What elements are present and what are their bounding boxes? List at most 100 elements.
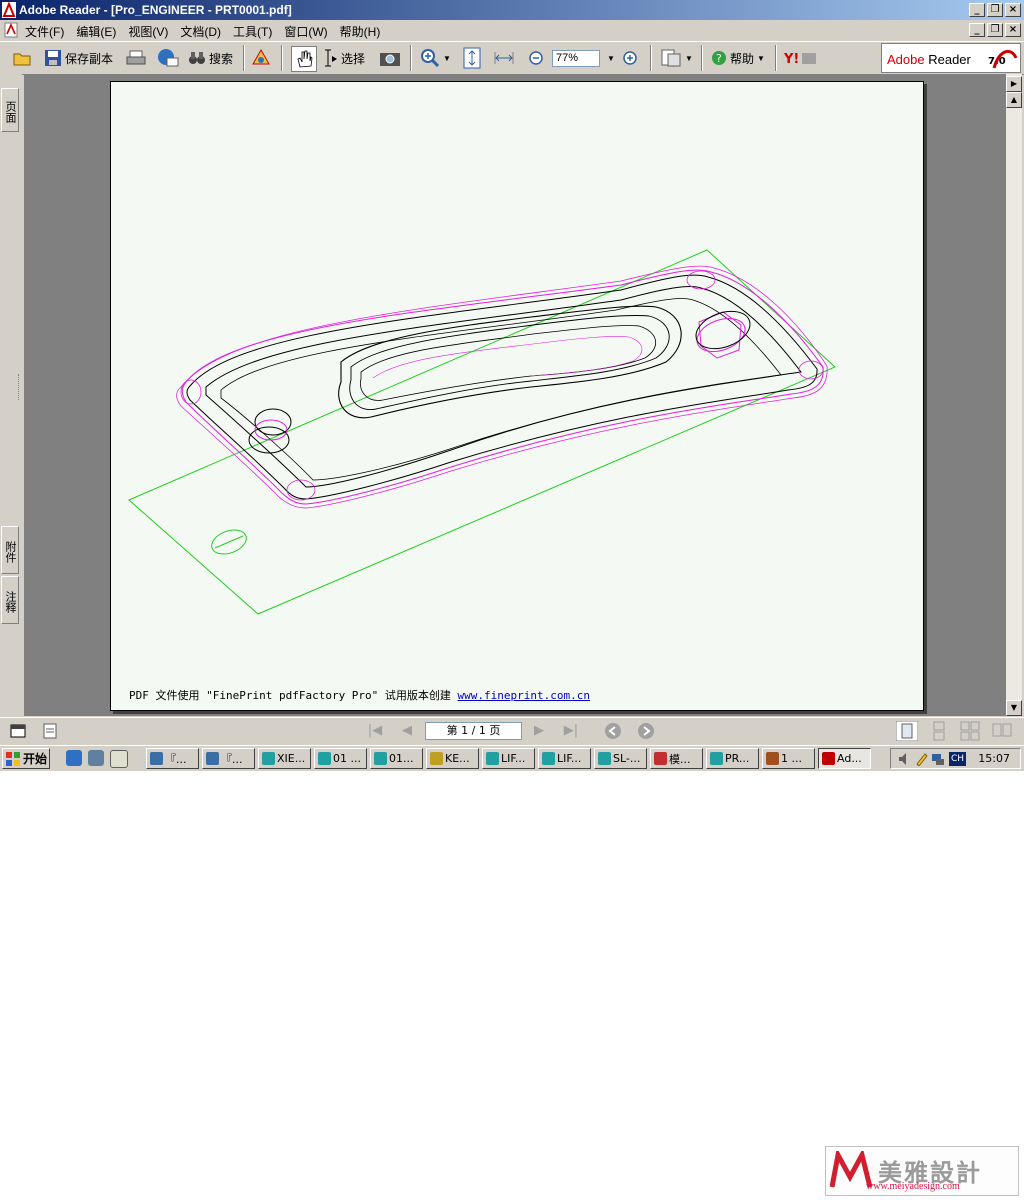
zoom-level-select[interactable]: 77% ▼ — [552, 46, 615, 70]
taskbar-task-button[interactable]: 01... — [370, 748, 423, 769]
taskbar-task-button[interactable]: 『... — [202, 748, 255, 769]
menu-help[interactable]: 帮助(H) — [340, 23, 381, 40]
show-desktop-icon[interactable] — [110, 750, 128, 768]
menu-bar: 文件(F) 编辑(E) 视图(V) 文档(D) 工具(T) 窗口(W) 帮助(H… — [0, 20, 1024, 40]
title-bar[interactable]: Adobe Reader - [Pro_ENGINEER - PRT0001.p… — [0, 0, 1024, 20]
ime-indicator[interactable]: CH — [949, 752, 967, 766]
first-page-icon[interactable]: |◀ — [366, 723, 384, 739]
taskbar-task-button[interactable]: 『... — [146, 748, 199, 769]
brand-reader: Reader — [928, 52, 971, 67]
chevron-down-icon[interactable]: ▼ — [757, 54, 765, 63]
doc-close-button[interactable]: × — [1005, 23, 1021, 37]
minimize-button[interactable]: _ — [969, 3, 985, 17]
windows-logo-icon — [6, 751, 20, 766]
task-app-icon — [206, 752, 219, 765]
taskbar-task-button[interactable]: LIF... — [482, 748, 535, 769]
taskbar-task-button[interactable]: 01 ... — [314, 748, 367, 769]
zoom-out-button[interactable] — [528, 46, 544, 70]
next-view-icon[interactable] — [637, 722, 655, 740]
scroll-up-arrow-icon[interactable]: ▲ — [1006, 92, 1022, 108]
document-caption-buttons: _ ❐ × — [969, 23, 1021, 37]
task-app-icon — [598, 752, 611, 765]
tab-pages[interactable]: 页面 — [1, 88, 19, 132]
scroll-right-arrow-icon[interactable]: ▶ — [1006, 76, 1022, 92]
chevron-down-icon[interactable]: ▼ — [685, 54, 693, 63]
next-page-icon[interactable]: ▶ — [530, 723, 548, 739]
previous-page-icon[interactable]: ◀ — [398, 723, 416, 739]
zoom-out-icon — [529, 51, 543, 65]
doc-restore-button[interactable]: ❐ — [987, 23, 1003, 37]
taskbar-task-button[interactable]: SL-... — [594, 748, 647, 769]
hand-tool-button[interactable] — [291, 46, 317, 72]
select-tool-button[interactable]: 选择 — [322, 46, 365, 70]
internet-explorer-icon[interactable] — [66, 750, 82, 766]
page-number-field[interactable]: 第 1 / 1 页 — [425, 722, 522, 740]
continuous-layout-icon[interactable] — [929, 721, 949, 741]
zoom-level-input[interactable]: 77% — [552, 49, 600, 67]
doc-minimize-button[interactable]: _ — [969, 23, 985, 37]
open-button[interactable] — [12, 46, 32, 70]
footer-link[interactable]: www.fineprint.com.cn — [458, 689, 590, 702]
task-label: 模... — [669, 752, 691, 766]
print-button[interactable] — [126, 46, 146, 70]
search-button[interactable]: 搜索 — [188, 46, 233, 70]
menu-view[interactable]: 视图(V) — [128, 23, 168, 40]
start-button[interactable]: 开始 — [2, 748, 50, 769]
zoom-in-tool-button[interactable]: ▼ — [420, 46, 451, 70]
task-app-icon — [318, 752, 331, 765]
task-buttons: 『... 『... XIE... 01 ... 01... KE... LIF... LIF.… — [146, 748, 871, 769]
taskbar-task-button[interactable]: 模... — [650, 748, 703, 769]
vertical-scrollbar[interactable]: ▶ ▲ ▼ — [1006, 74, 1022, 716]
task-label: LIF... — [557, 752, 582, 765]
close-button[interactable]: × — [1005, 3, 1021, 17]
fit-width-button[interactable] — [494, 46, 514, 70]
menu-edit[interactable]: 编辑(E) — [76, 23, 116, 40]
zoom-in-button[interactable] — [622, 46, 638, 70]
taskbar-task-button[interactable]: PR... — [706, 748, 759, 769]
facing-layout-icon[interactable] — [992, 721, 1012, 741]
email-globe-icon — [158, 49, 179, 67]
outlook-express-icon[interactable] — [88, 750, 104, 766]
menu-file[interactable]: 文件(F) — [25, 23, 64, 40]
rotate-view-button[interactable]: ▼ — [660, 46, 693, 70]
chevron-down-icon[interactable]: ▼ — [607, 54, 615, 63]
taskbar-task-button[interactable]: LIF... — [538, 748, 591, 769]
task-label: PR... — [725, 752, 750, 765]
nav-pane-toggle-icon[interactable] — [10, 723, 26, 739]
network-icon[interactable] — [931, 752, 945, 766]
save-copy-button[interactable]: 保存副本 — [44, 46, 113, 70]
chevron-down-icon[interactable]: ▼ — [443, 54, 451, 63]
help-button[interactable]: ? 帮助 ▼ — [711, 46, 765, 70]
email-button[interactable] — [157, 46, 179, 70]
document-view[interactable]: PDF 文件使用 "FinePrint pdfFactory Pro" 试用版本… — [24, 74, 1006, 716]
previous-view-icon[interactable] — [604, 722, 622, 740]
menu-tools[interactable]: 工具(T) — [233, 23, 272, 40]
windows-taskbar: 开始 『... 『... XIE... 01 ... 01... KE... LIF... L… — [0, 745, 1024, 771]
pen-tray-icon[interactable] — [915, 752, 929, 766]
single-page-layout-icon[interactable] — [896, 721, 918, 741]
taskbar-task-button[interactable]: KE... — [426, 748, 479, 769]
actual-size-button[interactable] — [462, 46, 482, 70]
restore-button[interactable]: ❐ — [987, 3, 1003, 17]
menu-document[interactable]: 文档(D) — [180, 23, 221, 40]
yahoo-toolbar-button[interactable]: Y! — [784, 46, 818, 70]
volume-icon[interactable] — [897, 752, 911, 766]
continuous-facing-layout-icon[interactable] — [960, 721, 980, 741]
pane-splitter-handle[interactable] — [18, 374, 22, 400]
create-pdf-button[interactable] — [250, 46, 272, 70]
page-icon[interactable] — [42, 723, 58, 739]
tab-comments[interactable]: 注释 — [1, 576, 19, 624]
pdf-document-icon[interactable] — [3, 22, 19, 38]
taskbar-task-button[interactable]: XIE... — [258, 748, 311, 769]
pdf-footer-text: PDF 文件使用 "FinePrint pdfFactory Pro" 试用版本… — [129, 687, 590, 703]
scroll-down-arrow-icon[interactable]: ▼ — [1006, 700, 1022, 716]
taskbar-task-button[interactable]: Ad... — [818, 748, 871, 769]
last-page-icon[interactable]: ▶| — [562, 723, 580, 739]
toolbar-separator — [701, 45, 703, 71]
clock[interactable]: 15:07 — [978, 752, 1010, 765]
taskbar-task-button[interactable]: 1 ... — [762, 748, 815, 769]
task-label: 1 ... — [781, 752, 802, 765]
menu-window[interactable]: 窗口(W) — [284, 23, 327, 40]
tab-attachments[interactable]: 附件 — [1, 526, 19, 574]
snapshot-tool-button[interactable] — [379, 46, 401, 70]
